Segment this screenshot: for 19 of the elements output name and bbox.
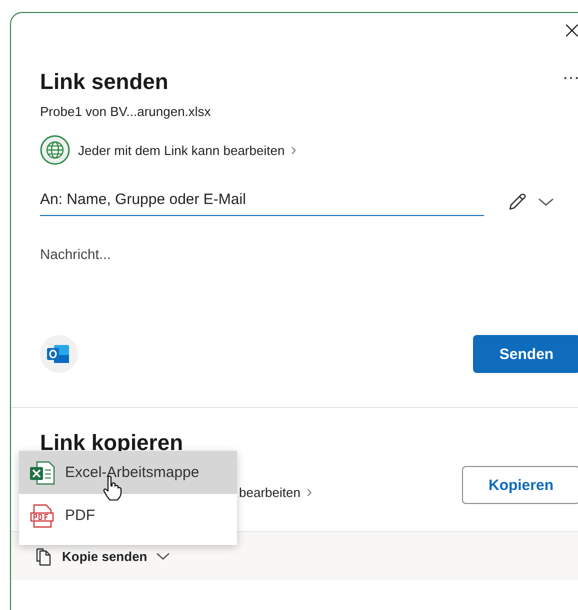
- pdf-icon: [29, 504, 55, 528]
- chevron-down-icon[interactable]: [538, 196, 554, 206]
- file-name: Probe1 von BV...arungen.xlsx: [40, 104, 212, 119]
- menu-item[interactable]: PDF: [19, 494, 237, 537]
- spreadsheet-icon: [29, 460, 55, 484]
- send-button[interactable]: Senden: [473, 335, 578, 373]
- chevron-down-icon: [156, 552, 170, 560]
- permission-link[interactable]: bearbeiten ›: [239, 482, 312, 502]
- menu-item-label: PDF: [65, 507, 95, 524]
- close-button[interactable]: ×: [556, 13, 578, 43]
- copy-button[interactable]: Kopieren: [462, 466, 578, 504]
- copy-icon: [35, 546, 53, 566]
- send-copy-button[interactable]: Kopie senden: [35, 546, 170, 566]
- dialog-title: Link senden: [40, 69, 168, 95]
- more-options-button[interactable]: …: [562, 62, 578, 84]
- globe-icon: [40, 135, 70, 165]
- menu-item-label: Excel-Arbeitsmappe: [65, 464, 200, 481]
- permission-link[interactable]: Jeder mit dem Link kann bearbeiten ›: [78, 140, 296, 160]
- mail-app-icon[interactable]: [40, 335, 78, 373]
